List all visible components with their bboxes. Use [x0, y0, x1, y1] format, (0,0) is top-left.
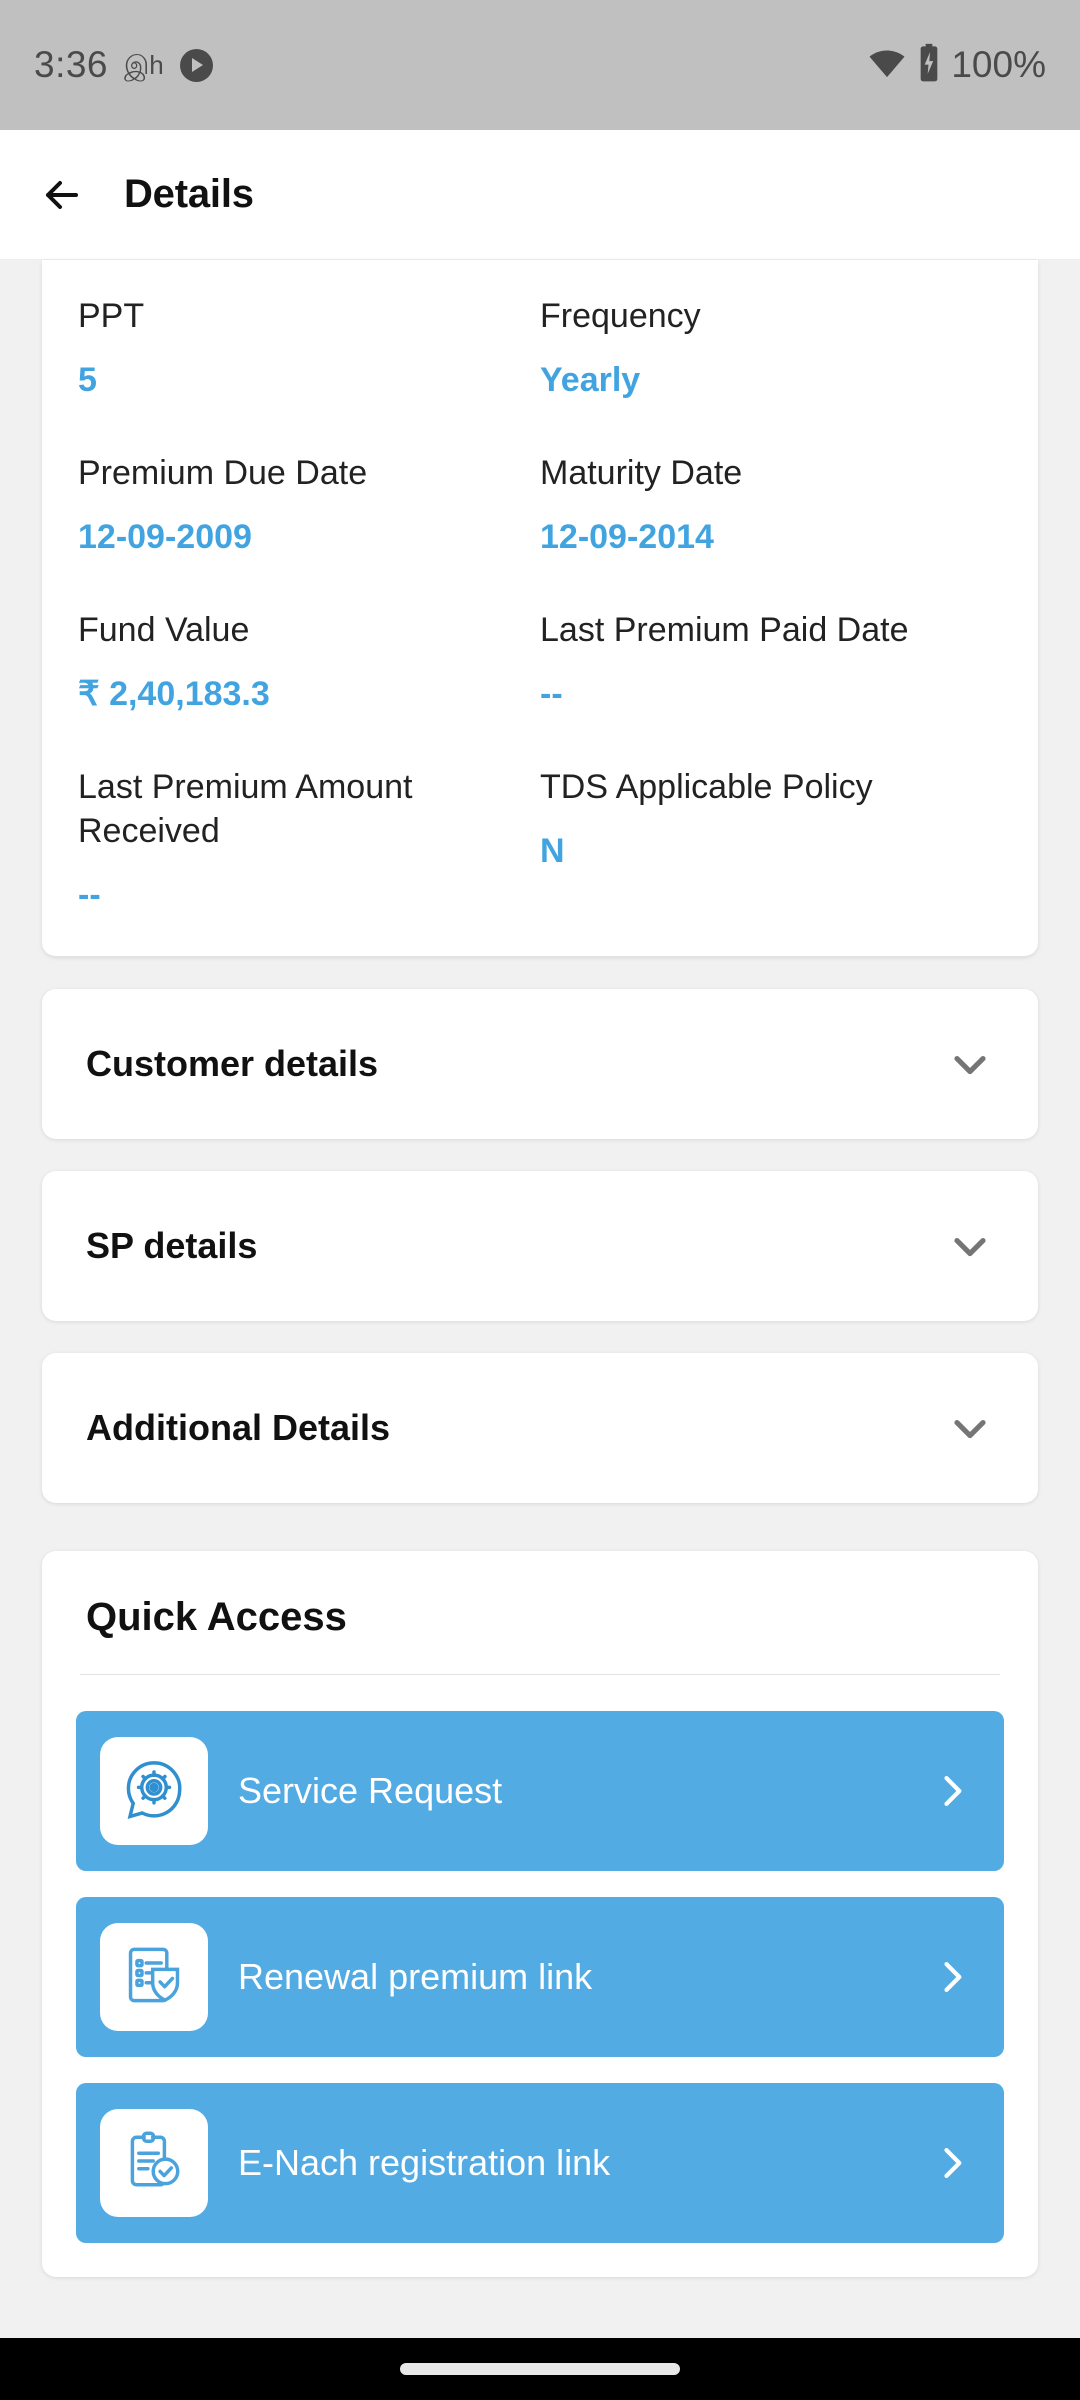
chevron-right-icon[interactable]	[930, 1769, 974, 1813]
status-bar-right: 100%	[867, 43, 1046, 88]
field-ppt: PPT 5	[78, 294, 540, 401]
battery-charging-icon	[918, 43, 940, 88]
field-label: Frequency	[540, 297, 701, 335]
service-request-gear-chat-icon	[122, 1757, 186, 1826]
quick-access-item-renewal-premium-link[interactable]: Renewal premium link	[76, 1897, 1004, 2058]
field-value: --	[540, 675, 563, 714]
chevron-down-icon[interactable]	[944, 1220, 996, 1272]
field-label: Last Premium Amount Received	[78, 767, 413, 851]
document-shield-check-icon	[122, 1943, 186, 2012]
field-value: 5	[78, 361, 97, 400]
field-premium-due-date: Premium Due Date 12-09-2009	[78, 451, 540, 558]
quick-access-item-label: Service Request	[238, 1770, 503, 1812]
field-label: Maturity Date	[540, 453, 743, 492]
status-bar-left: 3:36 இh	[34, 44, 213, 86]
back-button[interactable]	[38, 171, 86, 219]
details-row: Premium Due Date 12-09-2009 Maturity Dat…	[78, 451, 1002, 558]
wifi-icon	[867, 43, 907, 88]
field-last-premium-amount-received: Last Premium Amount Received --	[78, 765, 540, 916]
field-label: Fund Value	[78, 610, 250, 649]
app-bar: Details	[0, 130, 1080, 260]
icon-tile	[100, 2109, 208, 2218]
field-label: TDS Applicable Policy	[540, 767, 873, 806]
page-title: Details	[124, 172, 254, 216]
quick-access-item-label: Renewal premium link	[238, 1956, 593, 1998]
quick-access-item-service-request[interactable]: Service Request	[76, 1711, 1004, 1872]
field-value: 12-09-2009	[78, 518, 252, 557]
quick-access-item-label: E-Nach registration link	[238, 2142, 611, 2184]
details-row: PPT 5 Frequency Yearly	[78, 294, 1002, 401]
status-bar: 3:36 இh 100%	[0, 0, 1080, 130]
home-pill-indicator[interactable]	[400, 2363, 680, 2375]
policy-details-card: PPT 5 Frequency Yearly Premium Due Date …	[42, 260, 1038, 958]
details-row: Fund Value ₹ 2,40,183.3 Last Premium Pai…	[78, 608, 1002, 715]
field-tds-applicable-policy: TDS Applicable Policy N	[540, 765, 1002, 916]
accordion-title: Additional Details	[86, 1407, 391, 1449]
icon-tile	[100, 1923, 208, 2032]
accordion-customer-details[interactable]: Customer details	[42, 989, 1038, 1140]
accordion-title: SP details	[86, 1225, 258, 1267]
field-fund-value: Fund Value ₹ 2,40,183.3	[78, 608, 540, 715]
chevron-right-icon[interactable]	[930, 1955, 974, 1999]
quick-access-list: Service Request Renewal premium link E-N…	[42, 1675, 1038, 2244]
icon-tile	[100, 1737, 208, 1846]
chevron-down-icon[interactable]	[944, 1038, 996, 1090]
field-label: Premium Due Date	[78, 453, 368, 492]
quick-access-header: Quick Access	[42, 1551, 1038, 1674]
field-frequency: Frequency Yearly	[540, 294, 1002, 401]
accordion-additional-details[interactable]: Additional Details	[42, 1353, 1038, 1504]
chevron-down-icon[interactable]	[944, 1402, 996, 1454]
scroll-content[interactable]: PPT 5 Frequency Yearly Premium Due Date …	[0, 260, 1080, 2278]
quick-access-item-enach-registration-link[interactable]: E-Nach registration link	[76, 2083, 1004, 2244]
accordion-sp-details[interactable]: SP details	[42, 1171, 1038, 1322]
status-time: 3:36	[34, 44, 109, 85]
clipboard-check-icon	[122, 2129, 186, 2198]
accordion-title: Customer details	[86, 1043, 379, 1085]
field-label: Last Premium Paid Date	[540, 610, 909, 649]
quick-access-title: Quick Access	[86, 1595, 347, 1640]
field-value: N	[540, 832, 565, 871]
system-navigation-bar	[0, 2338, 1080, 2400]
field-value: 12-09-2014	[540, 518, 714, 557]
field-last-premium-paid-date: Last Premium Paid Date --	[540, 608, 1002, 715]
chevron-right-icon[interactable]	[930, 2141, 974, 2185]
play-circle-icon	[179, 48, 213, 82]
field-value: --	[78, 876, 101, 915]
field-value: ₹ 2,40,183.3	[78, 675, 270, 714]
field-maturity-date: Maturity Date 12-09-2014	[540, 451, 1002, 558]
language-indicator-icon: இh	[124, 50, 164, 80]
quick-access-card: Quick Access Service Request Renewal pre…	[42, 1551, 1038, 2278]
battery-percent: 100%	[951, 44, 1046, 85]
field-value: Yearly	[540, 361, 641, 400]
field-label: PPT	[78, 297, 145, 335]
details-row: Last Premium Amount Received -- TDS Appl…	[78, 765, 1002, 916]
